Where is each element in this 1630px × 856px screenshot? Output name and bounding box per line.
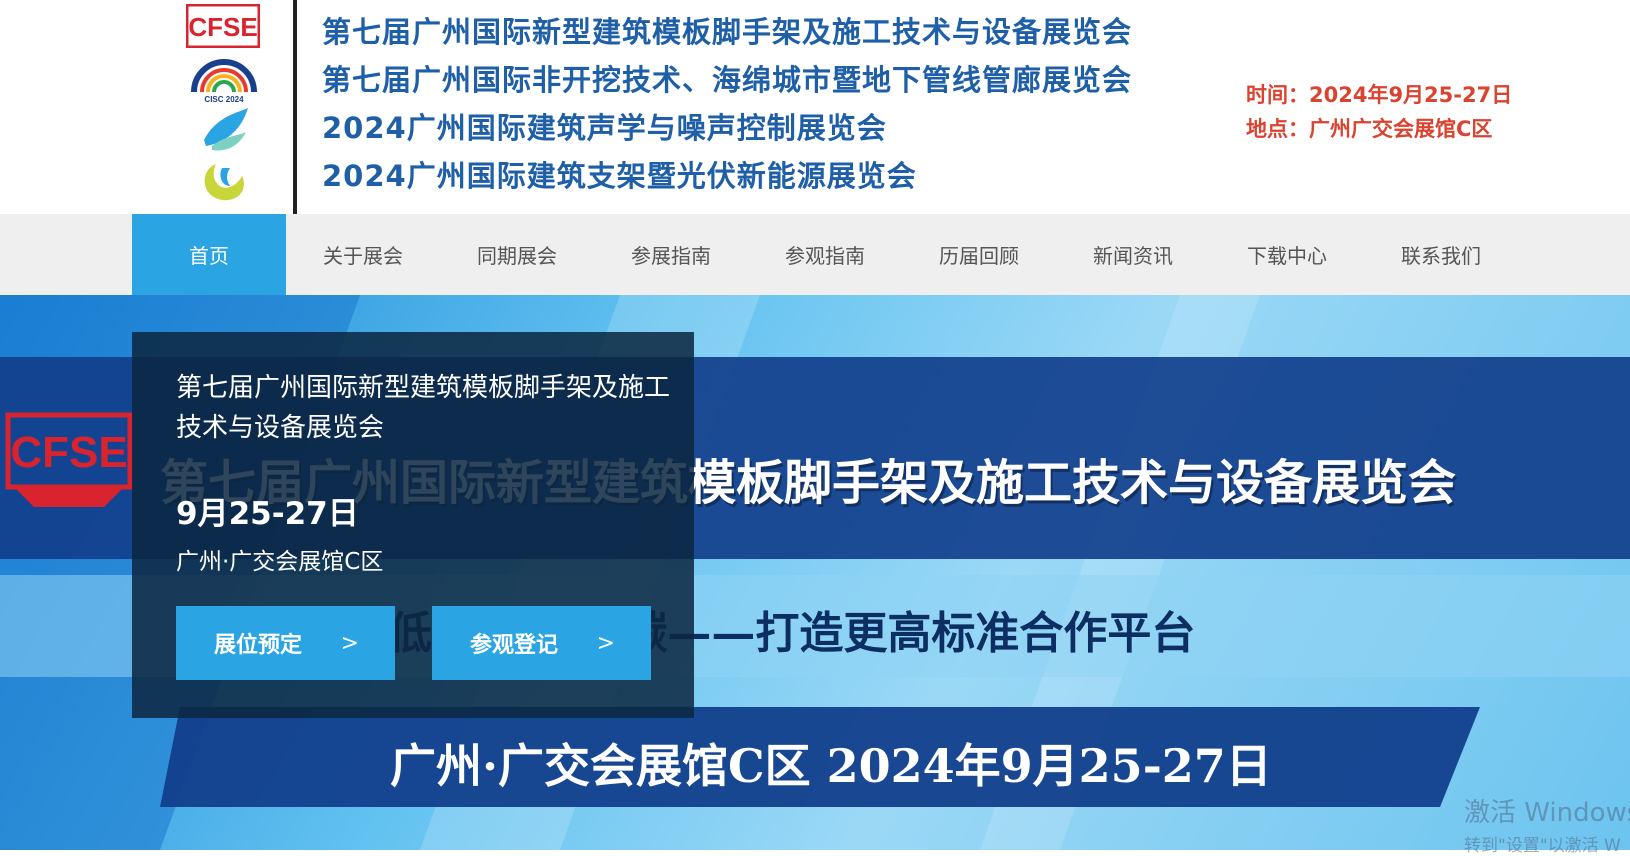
visitor-registration-button[interactable]: 参观登记 > bbox=[432, 606, 651, 680]
banner-image-place-date: 广州·广交会展馆C区 2024年9月25-27日 bbox=[390, 739, 1272, 793]
windows-activation-watermark: 激活 Windows 转到"设置"以激活 W bbox=[1464, 792, 1630, 856]
exhibition-title-3: 2024广州国际建筑声学与噪声控制展览会 bbox=[322, 111, 887, 145]
exhibition-meta: 时间：2024年9月25-27日 地点：广州广交会展馆C区 bbox=[1246, 78, 1546, 146]
card-title: 第七届广州国际新型建筑模板脚手架及施工技术与设备展览会 bbox=[176, 373, 671, 443]
booth-booking-button[interactable]: 展位预定 > bbox=[176, 606, 395, 680]
card-place: 广州·广交会展馆C区 bbox=[176, 549, 384, 575]
exhibition-location: 地点：广州广交会展馆C区 bbox=[1246, 117, 1493, 141]
nav-item-concurrent[interactable]: 同期展会 bbox=[440, 214, 594, 295]
watermark-line-1: 激活 Windows bbox=[1464, 798, 1630, 828]
exhibition-titles: 第七届广州国际新型建筑模板脚手架及施工技术与设备展览会 第七届广州国际非开挖技术… bbox=[322, 8, 1222, 200]
nav-item-news[interactable]: 新闻资讯 bbox=[1056, 214, 1210, 295]
main-nav: 首页 关于展会 同期展会 参展指南 参观指南 历届回顾 新闻资讯 下载中心 联系… bbox=[0, 214, 1630, 295]
logo-group: CFSE CISC 2024 bbox=[186, 4, 266, 208]
site-header: CFSE CISC 2024 第七届广州国际新型建筑模板脚手架及施工技术与设备展… bbox=[0, 0, 1630, 214]
exhibition-title-2: 第七届广州国际非开挖技术、海绵城市暨地下管线管廊展览会 bbox=[322, 63, 1133, 97]
chevron-right-icon: > bbox=[340, 630, 359, 656]
cfse-logo-icon[interactable]: CFSE bbox=[186, 4, 260, 48]
banner-info-card: 第七届广州国际新型建筑模板脚手架及施工技术与设备展览会 9月25-27日 广州·… bbox=[132, 332, 694, 718]
chevron-right-icon: > bbox=[596, 630, 615, 656]
nav-item-downloads[interactable]: 下载中心 bbox=[1210, 214, 1364, 295]
booth-booking-label: 展位预定 bbox=[214, 633, 303, 658]
nav-item-review[interactable]: 历届回顾 bbox=[902, 214, 1056, 295]
exhibition-title-4: 2024广州国际建筑支架暨光伏新能源展览会 bbox=[322, 159, 917, 193]
cisc-logo-text: CISC 2024 bbox=[204, 95, 244, 104]
cisc-logo-icon[interactable]: CISC 2024 bbox=[190, 56, 258, 104]
nav-item-about[interactable]: 关于展会 bbox=[286, 214, 440, 295]
cfse-logo-text: CFSE bbox=[188, 12, 257, 42]
nav-item-visitor-guide[interactable]: 参观指南 bbox=[748, 214, 902, 295]
nav-item-contact[interactable]: 联系我们 bbox=[1364, 214, 1518, 295]
nav-list: 首页 关于展会 同期展会 参展指南 参观指南 历届回顾 新闻资讯 下载中心 联系… bbox=[132, 214, 1518, 295]
card-date: 9月25-27日 bbox=[176, 496, 359, 532]
watermark-line-2: 转到"设置"以激活 W bbox=[1464, 836, 1621, 856]
nav-item-home[interactable]: 首页 bbox=[132, 214, 286, 295]
visitor-registration-label: 参观登记 bbox=[470, 633, 559, 658]
banner-cfse-logo-text: CFSE bbox=[10, 428, 127, 477]
nav-item-exhibitor-guide[interactable]: 参展指南 bbox=[594, 214, 748, 295]
exhibition-title-1: 第七届广州国际新型建筑模板脚手架及施工技术与设备展览会 bbox=[322, 15, 1133, 49]
header-divider bbox=[293, 0, 297, 214]
exhibition-time: 时间：2024年9月25-27日 bbox=[1246, 83, 1513, 107]
leaf-logo-icon[interactable] bbox=[196, 106, 252, 204]
banner-cfse-logo-icon: CFSE bbox=[5, 412, 133, 507]
